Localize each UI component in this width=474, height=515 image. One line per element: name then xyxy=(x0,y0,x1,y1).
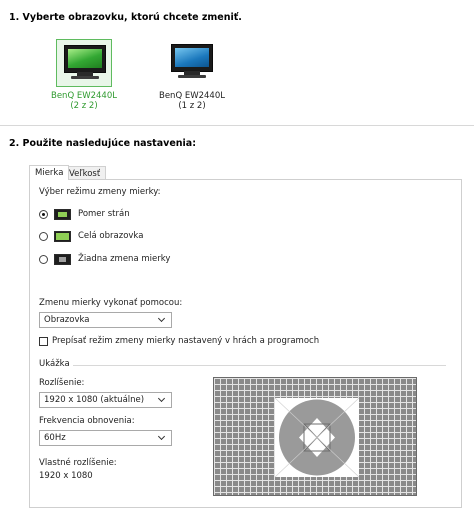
chevron-down-icon xyxy=(157,432,166,441)
scaling-mode-label: Výber režimu zmeny mierky: xyxy=(39,187,161,197)
scaling-preview xyxy=(213,377,417,496)
perform-scaling-select[interactable]: Obrazovka xyxy=(39,312,172,328)
tab-scaling[interactable]: Mierka xyxy=(29,165,70,180)
monitor-1-index: (2 z 2) xyxy=(70,101,98,111)
refresh-label: Frekvencia obnovenia: xyxy=(39,416,135,426)
section1-title: 1. Vyberte obrazovku, ktorú chcete zmeni… xyxy=(9,12,242,23)
refresh-select[interactable]: 60Hz xyxy=(39,430,172,446)
monitor-icon xyxy=(64,45,106,73)
override-checkbox[interactable] xyxy=(39,337,48,346)
preview-title: Ukážka xyxy=(39,359,70,369)
tab-size[interactable]: Veľkosť xyxy=(63,166,107,180)
native-resolution-label: Vlastné rozlíšenie: xyxy=(39,458,117,468)
preview-divider xyxy=(73,365,446,366)
test-pattern-graphic xyxy=(274,397,360,478)
chevron-down-icon xyxy=(157,394,166,403)
option-full-screen-label[interactable]: Celá obrazovka xyxy=(78,231,143,242)
option-no-scaling-label[interactable]: Žiadna zmena mierky xyxy=(78,254,170,265)
section2-title: 2. Použite nasledujúce nastavenia: xyxy=(9,138,196,149)
refresh-value: 60Hz xyxy=(44,433,66,443)
monitor-2-index: (1 z 2) xyxy=(178,101,206,111)
resolution-value: 1920 x 1080 (aktuálne) xyxy=(44,395,145,405)
override-label[interactable]: Prepísať režim zmeny mierky nastavený v … xyxy=(52,336,319,347)
full-screen-icon xyxy=(54,231,71,242)
chevron-down-icon xyxy=(157,314,166,323)
monitor-2-name: BenQ EW2440L xyxy=(159,91,225,101)
monitor-2-label[interactable]: BenQ EW2440L (1 z 2) xyxy=(152,91,232,111)
native-resolution-value: 1920 x 1080 xyxy=(39,471,93,481)
monitor-1-name: BenQ EW2440L xyxy=(51,91,117,101)
radio-full-screen[interactable] xyxy=(39,232,48,241)
perform-scaling-value: Obrazovka xyxy=(44,315,90,325)
monitor-icon xyxy=(171,44,213,72)
resolution-label: Rozlíšenie: xyxy=(39,378,85,388)
radio-no-scaling[interactable] xyxy=(39,255,48,264)
section-divider xyxy=(0,125,474,126)
monitor-1-label[interactable]: BenQ EW2440L (2 z 2) xyxy=(44,91,124,111)
aspect-ratio-icon xyxy=(54,209,71,220)
monitor-2-selector[interactable] xyxy=(164,39,220,87)
perform-scaling-label: Zmenu mierky vykonať pomocou: xyxy=(39,298,183,308)
resolution-select[interactable]: 1920 x 1080 (aktuálne) xyxy=(39,392,172,408)
monitor-1-selector[interactable] xyxy=(56,39,112,87)
radio-aspect-ratio[interactable] xyxy=(39,210,48,219)
option-aspect-ratio-label[interactable]: Pomer strán xyxy=(78,209,130,220)
no-scaling-icon xyxy=(54,254,71,265)
